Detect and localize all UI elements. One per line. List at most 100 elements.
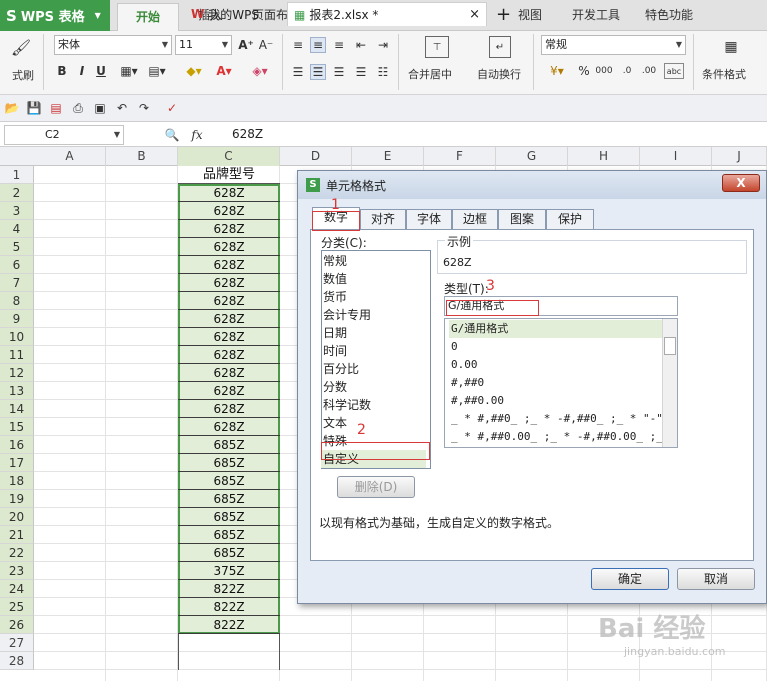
tab-protection[interactable]: 保护	[546, 209, 594, 229]
bold-button[interactable]: B	[54, 63, 70, 79]
format-item[interactable]: 0	[449, 338, 663, 356]
cancel-button[interactable]: 取消	[677, 568, 755, 590]
merge-center-icon[interactable]: ⊤	[425, 36, 449, 58]
indent-decrease-icon[interactable]: ⇤	[353, 37, 369, 53]
table-cell[interactable]: 685Z	[178, 454, 280, 472]
font-name-select[interactable]: 宋体 ▼	[54, 35, 172, 55]
category-item[interactable]: 分数	[321, 378, 426, 396]
customize-icon[interactable]: ✓	[164, 100, 180, 116]
app-menu-button[interactable]: S WPS 表格 ▼	[0, 0, 110, 31]
row-header-3[interactable]: 3	[0, 202, 34, 220]
format-list[interactable]: G/通用格式 0 0.00 #,##0 #,##0.00 _ * #,##0_ ;_ * …	[444, 318, 678, 448]
formula-input[interactable]: 628Z	[232, 127, 263, 141]
column-header-i[interactable]: I	[640, 147, 712, 166]
row-header-25[interactable]: 25	[0, 598, 34, 616]
number-format-select[interactable]: 常规 ▼	[541, 35, 686, 55]
wrap-text-button[interactable]: 自动换行	[477, 66, 521, 82]
row-header-5[interactable]: 5	[0, 238, 34, 256]
row-header-6[interactable]: 6	[0, 256, 34, 274]
row-header-24[interactable]: 24	[0, 580, 34, 598]
row-header-28[interactable]: 28	[0, 652, 34, 670]
align-left-icon[interactable]: ☰	[290, 64, 306, 80]
format-item[interactable]: 0.00	[449, 356, 663, 374]
distributed-icon[interactable]: ☷	[375, 64, 391, 80]
category-item[interactable]: 会计专用	[321, 306, 426, 324]
align-center-icon[interactable]: ☰	[310, 64, 326, 80]
format-item[interactable]: #,##0	[449, 374, 663, 392]
column-header-c[interactable]: C	[178, 147, 280, 166]
tab-developer[interactable]: 开发工具	[572, 6, 620, 23]
column-header-a[interactable]: A	[34, 147, 106, 166]
table-cell[interactable]: 628Z	[178, 238, 280, 256]
align-top-icon[interactable]: ≡	[290, 37, 306, 53]
table-cell[interactable]: 628Z	[178, 202, 280, 220]
column-header-e[interactable]: E	[352, 147, 424, 166]
decrease-decimal-icon[interactable]: .00	[641, 63, 657, 79]
underline-button[interactable]: U	[93, 63, 109, 79]
format-item[interactable]: _ * #,##0_ ;_ * -#,##0_ ;_ * "-"_ ;_ @_	[449, 410, 663, 428]
cell-style-icon[interactable]: ▤▾	[146, 63, 168, 79]
row-header-23[interactable]: 23	[0, 562, 34, 580]
increase-font-icon[interactable]: A⁺	[238, 37, 254, 53]
preview-icon[interactable]: ▣	[92, 100, 108, 116]
align-bottom-icon[interactable]: ≡	[331, 37, 347, 53]
table-cell[interactable]: 375Z	[178, 562, 280, 580]
comma-button[interactable]: 000	[595, 63, 612, 79]
table-cell[interactable]: 628Z	[178, 220, 280, 238]
tab-pattern[interactable]: 图案	[498, 209, 546, 229]
merge-center-button[interactable]: 合并居中	[408, 66, 452, 82]
tab-special[interactable]: 特色功能	[645, 6, 693, 23]
table-cell[interactable]: 628Z	[178, 418, 280, 436]
row-header-22[interactable]: 22	[0, 544, 34, 562]
tab-my-wps[interactable]: W 我的WPS	[185, 2, 285, 26]
table-cell[interactable]: 628Z	[178, 184, 280, 202]
redo-icon[interactable]: ↷	[136, 100, 152, 116]
table-cell[interactable]: 822Z	[178, 580, 280, 598]
table-cell[interactable]: 628Z	[178, 328, 280, 346]
fill-color-icon[interactable]: ◆▾	[182, 63, 206, 79]
row-header-7[interactable]: 7	[0, 274, 34, 292]
table-cell[interactable]: 685Z	[178, 544, 280, 562]
table-cell[interactable]: 685Z	[178, 526, 280, 544]
row-header-2[interactable]: 2	[0, 184, 34, 202]
currency-icon[interactable]: ¥▾	[543, 63, 571, 79]
category-item[interactable]: 日期	[321, 324, 426, 342]
row-header-27[interactable]: 27	[0, 634, 34, 652]
row-header-4[interactable]: 4	[0, 220, 34, 238]
conditional-format-icon[interactable]: ▦	[720, 36, 742, 58]
table-cell[interactable]: 628Z	[178, 256, 280, 274]
column-header-cell[interactable]: 品牌型号	[178, 166, 280, 184]
number-format-dialog-icon[interactable]: abc	[664, 63, 684, 79]
align-middle-icon[interactable]: ≡	[310, 37, 326, 53]
row-header-8[interactable]: 8	[0, 292, 34, 310]
table-cell[interactable]: 685Z	[178, 490, 280, 508]
indent-increase-icon[interactable]: ⇥	[375, 37, 391, 53]
row-header-14[interactable]: 14	[0, 400, 34, 418]
tab-report2[interactable]: ▦ 报表2.xlsx * ×	[287, 2, 487, 26]
column-header-b[interactable]: B	[106, 147, 178, 166]
row-header-19[interactable]: 19	[0, 490, 34, 508]
row-header-11[interactable]: 11	[0, 346, 34, 364]
name-box[interactable]: C2 ▼	[4, 125, 124, 145]
column-header-g[interactable]: G	[496, 147, 568, 166]
close-tab-icon[interactable]: ×	[469, 7, 480, 22]
row-header-15[interactable]: 15	[0, 418, 34, 436]
tab-home[interactable]: 开始	[117, 3, 179, 31]
font-color-icon[interactable]: A▾	[212, 63, 236, 79]
table-cell[interactable]: 685Z	[178, 508, 280, 526]
justify-icon[interactable]: ☰	[353, 64, 369, 80]
percent-button[interactable]: %	[576, 63, 592, 79]
function-icon[interactable]: fx	[187, 127, 207, 143]
format-item[interactable]: G/通用格式	[449, 320, 663, 338]
format-item[interactable]: _ * #,##0.00_ ;_ * -#,##0.00_ ;_ * "-"??…	[449, 428, 663, 446]
row-header-12[interactable]: 12	[0, 364, 34, 382]
table-cell[interactable]: 822Z	[178, 616, 280, 634]
format-item[interactable]: #,##0.00	[449, 392, 663, 410]
row-header-17[interactable]: 17	[0, 454, 34, 472]
row-header-21[interactable]: 21	[0, 526, 34, 544]
table-cell[interactable]: 628Z	[178, 274, 280, 292]
increase-decimal-icon[interactable]: .0	[619, 63, 635, 79]
new-tab-button[interactable]: +	[490, 2, 511, 26]
category-item[interactable]: 文本	[321, 414, 426, 432]
delete-button[interactable]: 删除(D)	[337, 476, 415, 498]
